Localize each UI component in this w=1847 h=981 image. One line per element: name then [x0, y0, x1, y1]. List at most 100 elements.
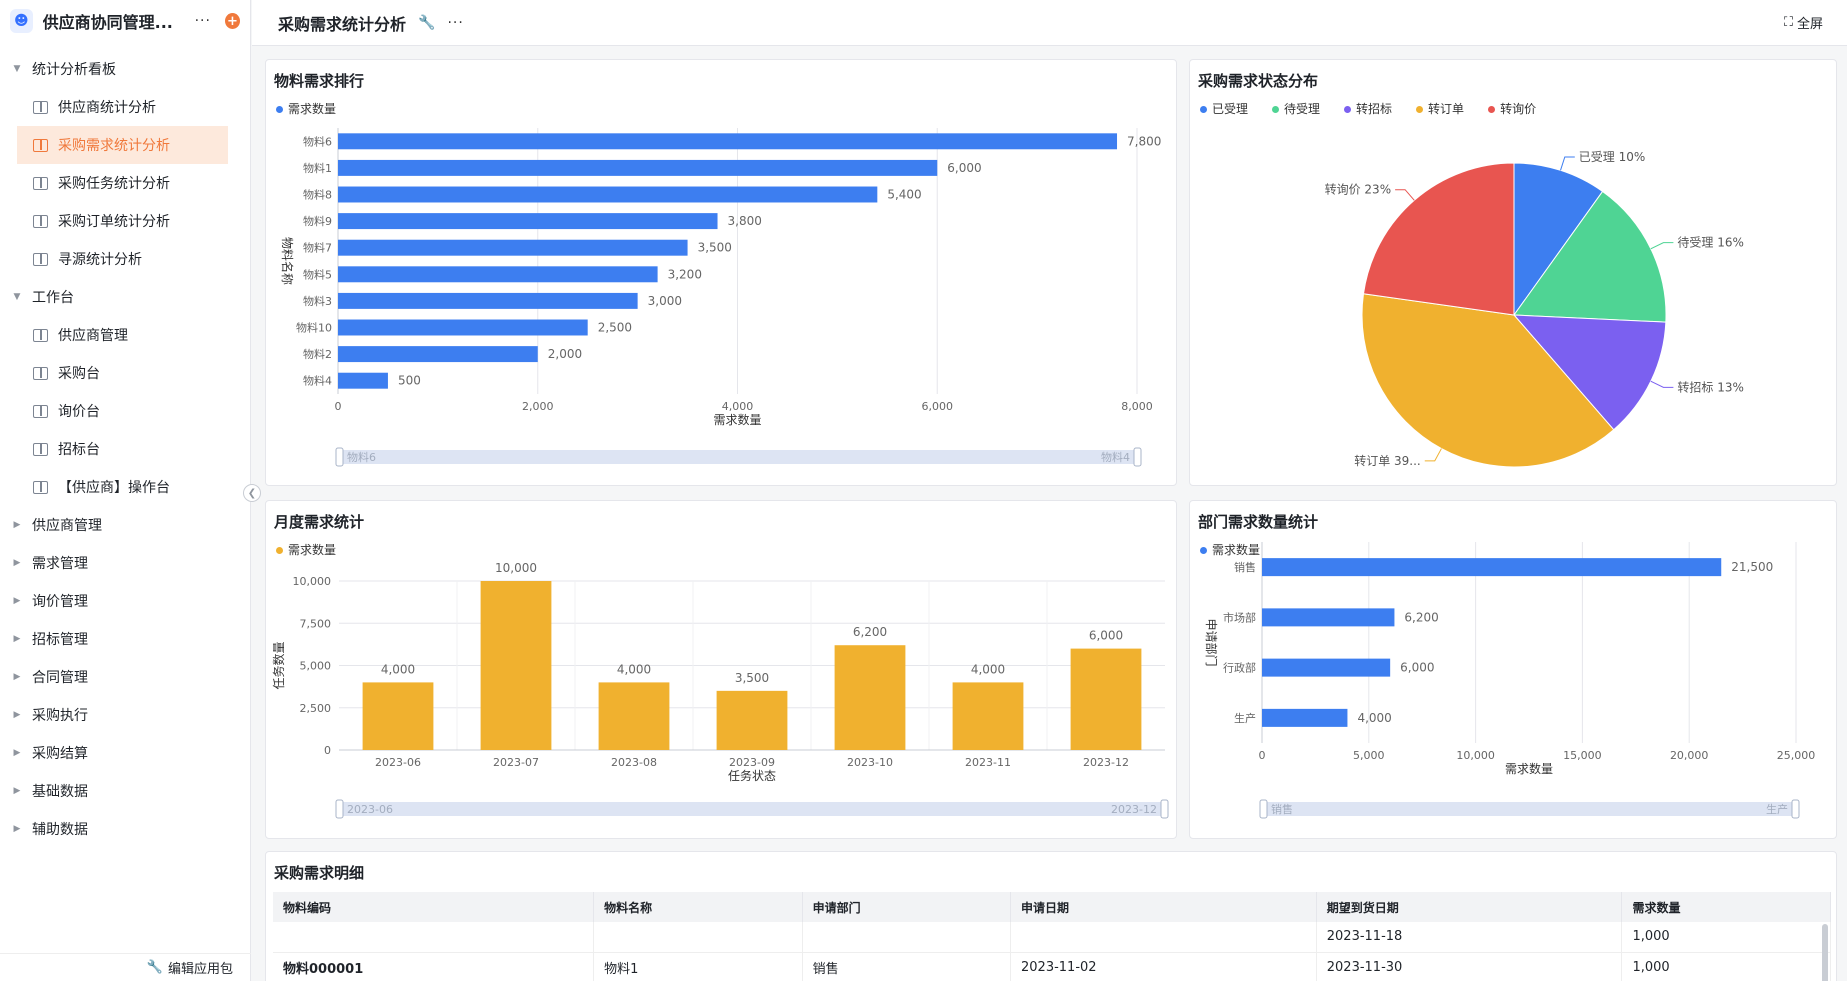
range-slider-track: [339, 450, 1138, 464]
nav-group[interactable]: ▶ 基础数据: [0, 772, 250, 810]
x-tick-label: 4,000: [722, 400, 754, 413]
nav-item[interactable]: 采购台: [0, 354, 250, 392]
nav-item-label: 采购需求统计分析: [58, 138, 170, 154]
x-axis-title: 需求数量: [1505, 761, 1553, 776]
x-tick-label: 2023-12: [1083, 756, 1129, 769]
nav-group[interactable]: ▼ 工作台: [0, 278, 250, 316]
data-label: 4,000: [971, 662, 1005, 676]
nav-item[interactable]: 招标台: [0, 430, 250, 468]
data-label: 2,000: [548, 347, 582, 361]
column-header[interactable]: 物料名称: [593, 892, 803, 922]
bar: [338, 372, 388, 389]
nav-group[interactable]: ▶ 采购执行: [0, 696, 250, 734]
fullscreen-button[interactable]: ⛶ 全屏: [1784, 13, 1823, 32]
nav-group[interactable]: ▶ 需求管理: [0, 544, 250, 582]
bar: [338, 186, 878, 203]
more-icon[interactable]: ···: [447, 15, 463, 31]
nav-group[interactable]: ▶ 采购结算: [0, 734, 250, 772]
y-tick-label: 物料3: [303, 294, 332, 308]
column-header[interactable]: 申请部门: [802, 892, 1012, 922]
material-rank-panel: 物料需求排行 需求数量 0 2,000 4,000 6,000 8,000 物料6 7,80…: [265, 59, 1177, 486]
page-icon: [33, 328, 48, 342]
nav-group[interactable]: ▶ 合同管理: [0, 658, 250, 696]
bar: [952, 682, 1024, 750]
nav-item[interactable]: 【供应商】操作台: [0, 468, 250, 506]
table-cell: 1,000: [1621, 952, 1831, 981]
status-pie-panel: 采购需求状态分布 已受理 待受理 转招标 转订单 转询价 已受理 10% 待受理 16% 转…: [1189, 59, 1837, 486]
bar: [338, 213, 718, 230]
bar: [338, 239, 688, 256]
range-slider-track: [1263, 802, 1796, 816]
nav-group[interactable]: ▶ 询价管理: [0, 582, 250, 620]
data-label: 4,000: [381, 662, 415, 676]
x-tick-label: 0: [1259, 749, 1266, 762]
range-slider-handle: [335, 799, 344, 819]
nav-item[interactable]: 询价台: [0, 392, 250, 430]
column-header[interactable]: 期望到货日期: [1316, 892, 1623, 922]
y-tick-label: 物料1: [303, 161, 332, 175]
more-icon[interactable]: ···: [195, 13, 211, 29]
caret-right-icon: ▶: [13, 710, 21, 720]
data-label: 10,000: [495, 561, 537, 575]
range-slider-start-label: 物料6: [347, 450, 376, 464]
bar: [1070, 648, 1142, 750]
y-tick-label: 物料4: [303, 374, 332, 388]
nav-group-label: 招标管理: [32, 632, 88, 648]
column-header[interactable]: 申请日期: [1010, 892, 1317, 922]
bar: [338, 266, 658, 283]
nav-item[interactable]: 寻源统计分析: [0, 240, 250, 278]
data-label: 4,000: [1357, 711, 1391, 725]
range-slider-end-label: 2023-12: [1111, 803, 1157, 816]
table-cell: 销售: [802, 952, 1012, 981]
column-header[interactable]: 物料编码: [273, 892, 595, 922]
bar: [362, 682, 434, 750]
table-row[interactable]: 2023-11-18 1,000: [273, 922, 1831, 953]
y-tick-label: 物料10: [296, 321, 332, 335]
y-tick-label: 物料8: [303, 188, 332, 202]
collapse-sidebar-icon[interactable]: ❮: [243, 484, 261, 502]
y-tick-label: 10,000: [293, 575, 332, 588]
data-label: 6,000: [1089, 629, 1123, 643]
x-tick-label: 2023-08: [611, 756, 657, 769]
nav-item-label: 供应商管理: [58, 328, 128, 344]
data-label: 5,400: [887, 188, 921, 202]
nav-group-label: 工作台: [32, 290, 74, 306]
nav-item[interactable]: 采购订单统计分析: [0, 202, 250, 240]
bar: [1262, 658, 1391, 677]
bar: [480, 581, 552, 750]
x-tick-label: 10,000: [1456, 749, 1495, 762]
wrench-icon[interactable]: 🔧: [418, 15, 435, 31]
y-tick-label: 行政部: [1223, 661, 1256, 675]
pie-leader-line: [1395, 189, 1415, 201]
add-icon[interactable]: +: [224, 13, 240, 29]
app-logo-icon: ☻: [10, 9, 33, 33]
edit-app-package-label: 编辑应用包: [167, 962, 233, 977]
nav-item[interactable]: 供应商统计分析: [0, 88, 250, 126]
nav-item[interactable]: 供应商管理: [0, 316, 250, 354]
x-tick-label: 25,000: [1777, 749, 1816, 762]
x-tick-label: 15,000: [1563, 749, 1602, 762]
dept-panel: 部门需求数量统计 需求数量 0 5,000 10,000 15,000 20,000 25…: [1189, 500, 1837, 839]
pie-slice-label: 已受理 10%: [1579, 150, 1646, 164]
edit-app-package-button[interactable]: 🔧 编辑应用包: [0, 953, 251, 981]
y-tick-label: 市场部: [1223, 610, 1256, 624]
column-header[interactable]: 需求数量: [1621, 892, 1831, 922]
nav-item[interactable]: 采购需求统计分析: [17, 126, 228, 164]
nav-item[interactable]: 采购任务统计分析: [0, 164, 250, 202]
data-label: 21,500: [1731, 560, 1773, 574]
bar: [834, 645, 906, 750]
y-axis-title: 申请部门: [1204, 618, 1219, 666]
nav-group[interactable]: ▶ 供应商管理: [0, 506, 250, 544]
expand-icon: ⛶: [1783, 15, 1793, 30]
y-tick-label: 物料7: [303, 241, 332, 255]
data-label: 7,800: [1127, 134, 1161, 148]
y-tick-label: 物料5: [303, 267, 332, 281]
page-icon: [33, 480, 48, 494]
table-scrollbar[interactable]: [1822, 924, 1828, 981]
x-axis-title: 需求数量: [713, 412, 761, 427]
nav-group[interactable]: ▶ 辅助数据: [0, 810, 250, 848]
table-row[interactable]: 物料000001 物料1 销售 2023-11-02 2023-11-30 1,000: [273, 952, 1831, 981]
data-label: 3,000: [648, 294, 682, 308]
nav-group[interactable]: ▼ 统计分析看板: [0, 50, 250, 88]
nav-group[interactable]: ▶ 招标管理: [0, 620, 250, 658]
